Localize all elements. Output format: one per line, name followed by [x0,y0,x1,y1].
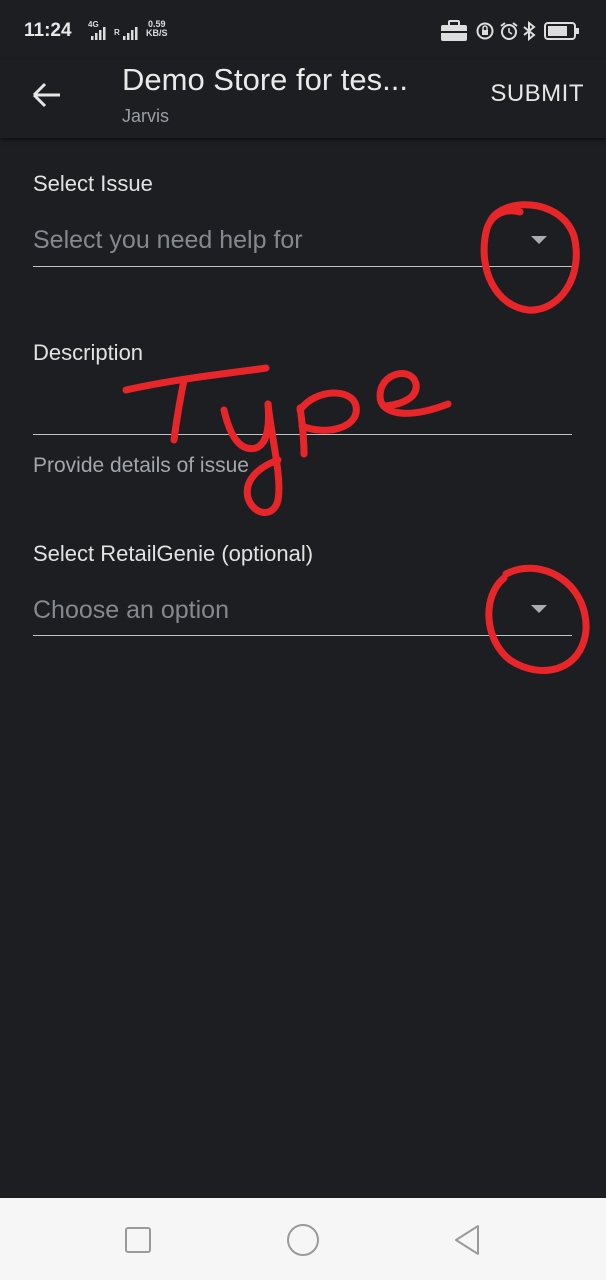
network-speed: 0.59 KB/S [146,19,168,38]
arrow-left-icon [32,82,60,108]
signal-icon-2 [123,27,138,40]
description-helper: Provide details of issue [33,454,249,477]
page-subtitle: Jarvis [122,106,170,126]
retailgenie-label: Select RetailGenie (optional) [33,541,314,566]
system-nav-bar [0,1198,606,1280]
status-time: 11:24 [24,20,72,41]
status-bar: 11:24 4G R 0.59 KB/S [0,0,606,60]
issue-label: Select Issue [33,171,153,196]
chevron-down-icon[interactable] [530,235,548,245]
lock-circle-icon [476,22,494,40]
app-bar: Demo Store for tes... Jarvis SUBMIT [0,60,606,138]
bluetooth-icon [523,21,536,41]
issue-placeholder: Select you need help for [33,226,303,254]
triangle-back-icon[interactable] [448,1220,488,1260]
alarm-icon [500,22,518,40]
description-input[interactable] [33,380,572,436]
back-button[interactable] [30,78,64,112]
issue-dropdown[interactable]: Select you need help for [33,220,572,268]
retailgenie-underline [33,635,572,636]
description-underline [33,434,572,435]
page-title: Demo Store for tes... [122,62,408,97]
submit-button[interactable]: SUBMIT [490,80,584,108]
retailgenie-dropdown[interactable]: Choose an option [33,590,572,638]
description-label: Description [33,340,144,365]
circle-home-icon[interactable] [283,1220,323,1260]
square-recents-icon[interactable] [118,1220,158,1260]
roaming-indicator: R [114,28,120,37]
briefcase-icon [441,20,467,41]
chevron-down-icon-2[interactable] [530,604,548,614]
issue-underline [33,266,572,267]
signal-icon [91,27,106,40]
battery-icon [544,22,579,40]
retailgenie-placeholder: Choose an option [33,596,229,624]
